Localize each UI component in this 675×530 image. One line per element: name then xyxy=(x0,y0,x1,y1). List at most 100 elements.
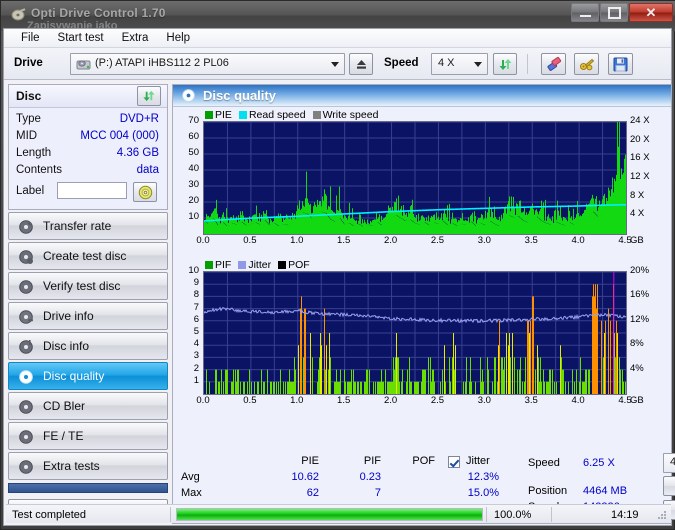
x-tick: 3.0 xyxy=(477,235,491,246)
x-tick: 0.5 xyxy=(243,235,257,246)
chart2-legend: PIF Jitter POF xyxy=(205,259,314,271)
pif-jitter-pof-chart xyxy=(203,271,627,395)
sidebar-item-verify-test-disc[interactable]: Verify test disc xyxy=(8,272,168,300)
content-title: Disc quality xyxy=(203,88,276,103)
legend-label: Read speed xyxy=(248,109,306,121)
x-tick: 0.0 xyxy=(196,395,210,406)
sidebar-item-disc-quality[interactable]: Disc quality xyxy=(8,362,168,390)
position-info-label: Position xyxy=(528,485,568,497)
legend-item-write-speed: Write speed xyxy=(312,109,378,121)
tools-button[interactable] xyxy=(574,53,599,75)
max-pie-value: 62 xyxy=(306,487,319,499)
legend-item-pie: PIE xyxy=(205,109,232,121)
y-tick-left: 50 xyxy=(188,147,199,158)
save-button[interactable] xyxy=(608,53,633,75)
jitter-checkbox[interactable] xyxy=(448,456,460,468)
x-axis-label: GB xyxy=(630,235,644,246)
sidebar-item-drive-info[interactable]: Drive info xyxy=(8,302,168,330)
x-tick: 1.5 xyxy=(337,235,351,246)
disc-refresh-button[interactable] xyxy=(137,86,161,106)
menu-file[interactable]: File xyxy=(12,30,49,46)
y-tick-left: 30 xyxy=(188,179,199,190)
legend-label: PIE xyxy=(215,109,232,121)
sidebar-item-cd-bler[interactable]: CD Bler xyxy=(8,392,168,420)
sidebar-label: Disc info xyxy=(43,339,90,353)
y-tick-left: 3 xyxy=(193,350,199,362)
x-tick: 0.5 xyxy=(243,395,257,406)
disc-icon xyxy=(18,369,34,385)
disc-type-value: DVD+R xyxy=(119,113,159,125)
disc-label-input[interactable] xyxy=(57,182,127,199)
menu-start-test[interactable]: Start test xyxy=(49,30,113,46)
disc-mid-key: MID xyxy=(16,130,38,142)
resize-grip-icon[interactable] xyxy=(656,509,668,521)
progress-percent: 100.0% xyxy=(494,508,532,521)
drive-value: (P:) ATAPI iHBS112 2 PL06 xyxy=(95,57,229,69)
legend-item-read-speed: Read speed xyxy=(238,109,306,121)
legend-item-jitter: Jitter xyxy=(238,259,271,271)
drive-select[interactable]: (P:) ATAPI iHBS112 2 PL06 xyxy=(70,53,345,75)
x-tick: 4.0 xyxy=(571,395,585,406)
window-controls: ✕ xyxy=(571,3,673,22)
tools-icon xyxy=(579,58,594,71)
y-tick-right: 12% xyxy=(630,313,650,325)
x-tick: 1.0 xyxy=(290,235,304,246)
y-tick-right: 4% xyxy=(630,362,644,374)
y-tick-right: 4 X xyxy=(630,208,645,220)
y-tick-right: 24 X xyxy=(630,115,650,126)
sidebar-item-transfer-rate[interactable]: Transfer rate xyxy=(8,212,168,240)
y-tick-right: 20% xyxy=(630,265,650,276)
x-tick: 3.0 xyxy=(477,395,491,406)
eject-icon xyxy=(356,59,366,69)
start-full-button[interactable]: Start full xyxy=(663,476,675,496)
y-tick-left: 8 xyxy=(193,289,199,301)
legend-item-pof: POF xyxy=(278,259,310,271)
disc-row-label: Label xyxy=(15,182,161,203)
sidebar-item-extra-tests[interactable]: Extra tests xyxy=(8,452,168,480)
elapsed-time: 14:19 xyxy=(611,508,639,521)
disc-quality-panel: Disc quality PIE Read speed Write speed xyxy=(172,84,675,524)
toolbar: Drive (P:) ATAPI iHBS112 2 PL06 Speed 4 … xyxy=(4,48,671,80)
menu-extra[interactable]: Extra xyxy=(113,30,158,46)
maximize-button[interactable] xyxy=(600,3,628,22)
title-bar: Opti Drive Control 1.70 Zapisywanie jako… xyxy=(1,1,675,31)
application-window: Opti Drive Control 1.70 Zapisywanie jako… xyxy=(0,0,675,530)
toolbar-separator xyxy=(527,54,528,74)
disc-length-value: 4.36 GB xyxy=(116,147,159,159)
x-tick: 0.0 xyxy=(196,235,210,246)
menu-bar: File Start test Extra Help xyxy=(4,29,671,48)
sidebar-item-disc-info[interactable]: Disc info xyxy=(8,332,168,360)
disc-icon xyxy=(18,399,34,415)
sidebar-nav: Transfer rate Create test disc Verify te… xyxy=(8,212,168,521)
y-tick-left: 6 xyxy=(193,313,199,325)
sidebar: Disc Type DVD+R MID MCC 004 (000) Length… xyxy=(8,84,168,521)
erase-button[interactable] xyxy=(541,53,566,75)
progress-bar xyxy=(176,508,483,521)
menu-help[interactable]: Help xyxy=(157,30,199,46)
disc-label-key: Label xyxy=(16,185,45,197)
minimize-button[interactable] xyxy=(571,3,599,22)
y-tick-left: 10 xyxy=(188,265,199,276)
eject-button[interactable] xyxy=(349,53,373,75)
disc-properties: Type DVD+R MID MCC 004 (000) Length 4.36… xyxy=(9,108,167,209)
save-floppy-icon xyxy=(613,57,628,71)
sidebar-item-fe-te[interactable]: FE / TE xyxy=(8,422,168,450)
legend-label: Jitter xyxy=(248,259,272,271)
refresh-button[interactable] xyxy=(493,53,517,75)
disc-quality-icon xyxy=(181,88,196,103)
row-label-avg: Avg xyxy=(181,471,200,483)
speed-select[interactable]: 4 X xyxy=(431,53,488,75)
y-tick-right: 8% xyxy=(630,338,644,350)
x-tick: 2.0 xyxy=(383,235,398,246)
legend-swatch-icon xyxy=(205,261,213,269)
test-speed-select[interactable]: 4 X xyxy=(663,453,675,473)
disc-label-read-button[interactable] xyxy=(133,182,157,202)
disc-row-type: Type DVD+R xyxy=(15,112,161,129)
disc-icon xyxy=(18,339,34,355)
content-header: Disc quality xyxy=(173,85,671,107)
status-message: Test completed xyxy=(12,508,86,521)
disc-contents-value: data xyxy=(136,164,159,176)
progress-fill xyxy=(177,509,482,520)
sidebar-item-create-test-disc[interactable]: Create test disc xyxy=(8,242,168,270)
close-button[interactable]: ✕ xyxy=(629,3,673,22)
